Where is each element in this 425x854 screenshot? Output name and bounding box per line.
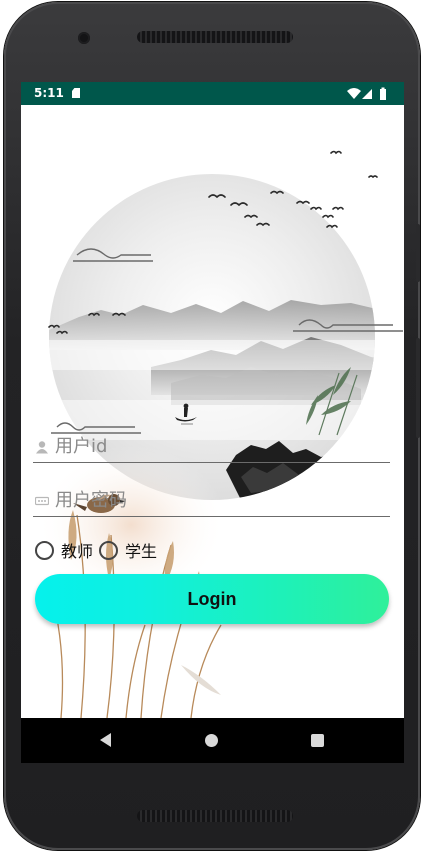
status-icons <box>347 87 386 100</box>
screen: 5:11 用户id 教师 学生 Login <box>21 82 404 763</box>
ink-landscape-icon <box>36 150 403 718</box>
login-screen: 教师 学生 Login <box>21 105 404 718</box>
front-camera <box>78 32 90 44</box>
home-icon[interactable] <box>205 734 218 747</box>
login-button[interactable]: Login <box>35 574 389 624</box>
role-radio-group: 教师 学生 <box>35 538 163 562</box>
power-button <box>416 338 420 438</box>
top-speaker <box>137 31 293 43</box>
password-icon <box>35 496 49 506</box>
navigation-bar <box>21 718 404 763</box>
role-teacher-label[interactable]: 教师 <box>61 538 93 562</box>
bottom-speaker <box>137 810 293 822</box>
wifi-icon <box>347 88 361 99</box>
role-teacher-radio[interactable]: 教师 <box>35 538 93 562</box>
password-field <box>33 486 390 517</box>
status-time: 5:11 <box>34 86 64 100</box>
status-bar: 5:11 <box>21 82 404 105</box>
role-student-radio[interactable]: 学生 <box>99 538 157 562</box>
sd-card-icon <box>72 88 80 98</box>
password-input[interactable] <box>55 486 385 514</box>
signal-icon <box>362 89 372 99</box>
radio-circle-icon[interactable] <box>99 540 119 560</box>
user-id-field <box>33 432 390 463</box>
back-icon[interactable] <box>100 733 111 747</box>
user-id-input[interactable] <box>55 432 385 460</box>
user-icon <box>36 441 48 454</box>
radio-circle-icon[interactable] <box>35 540 54 560</box>
recents-icon[interactable] <box>311 734 324 747</box>
volume-button <box>416 224 420 282</box>
role-student-label[interactable]: 学生 <box>125 538 157 562</box>
battery-icon <box>380 87 386 100</box>
